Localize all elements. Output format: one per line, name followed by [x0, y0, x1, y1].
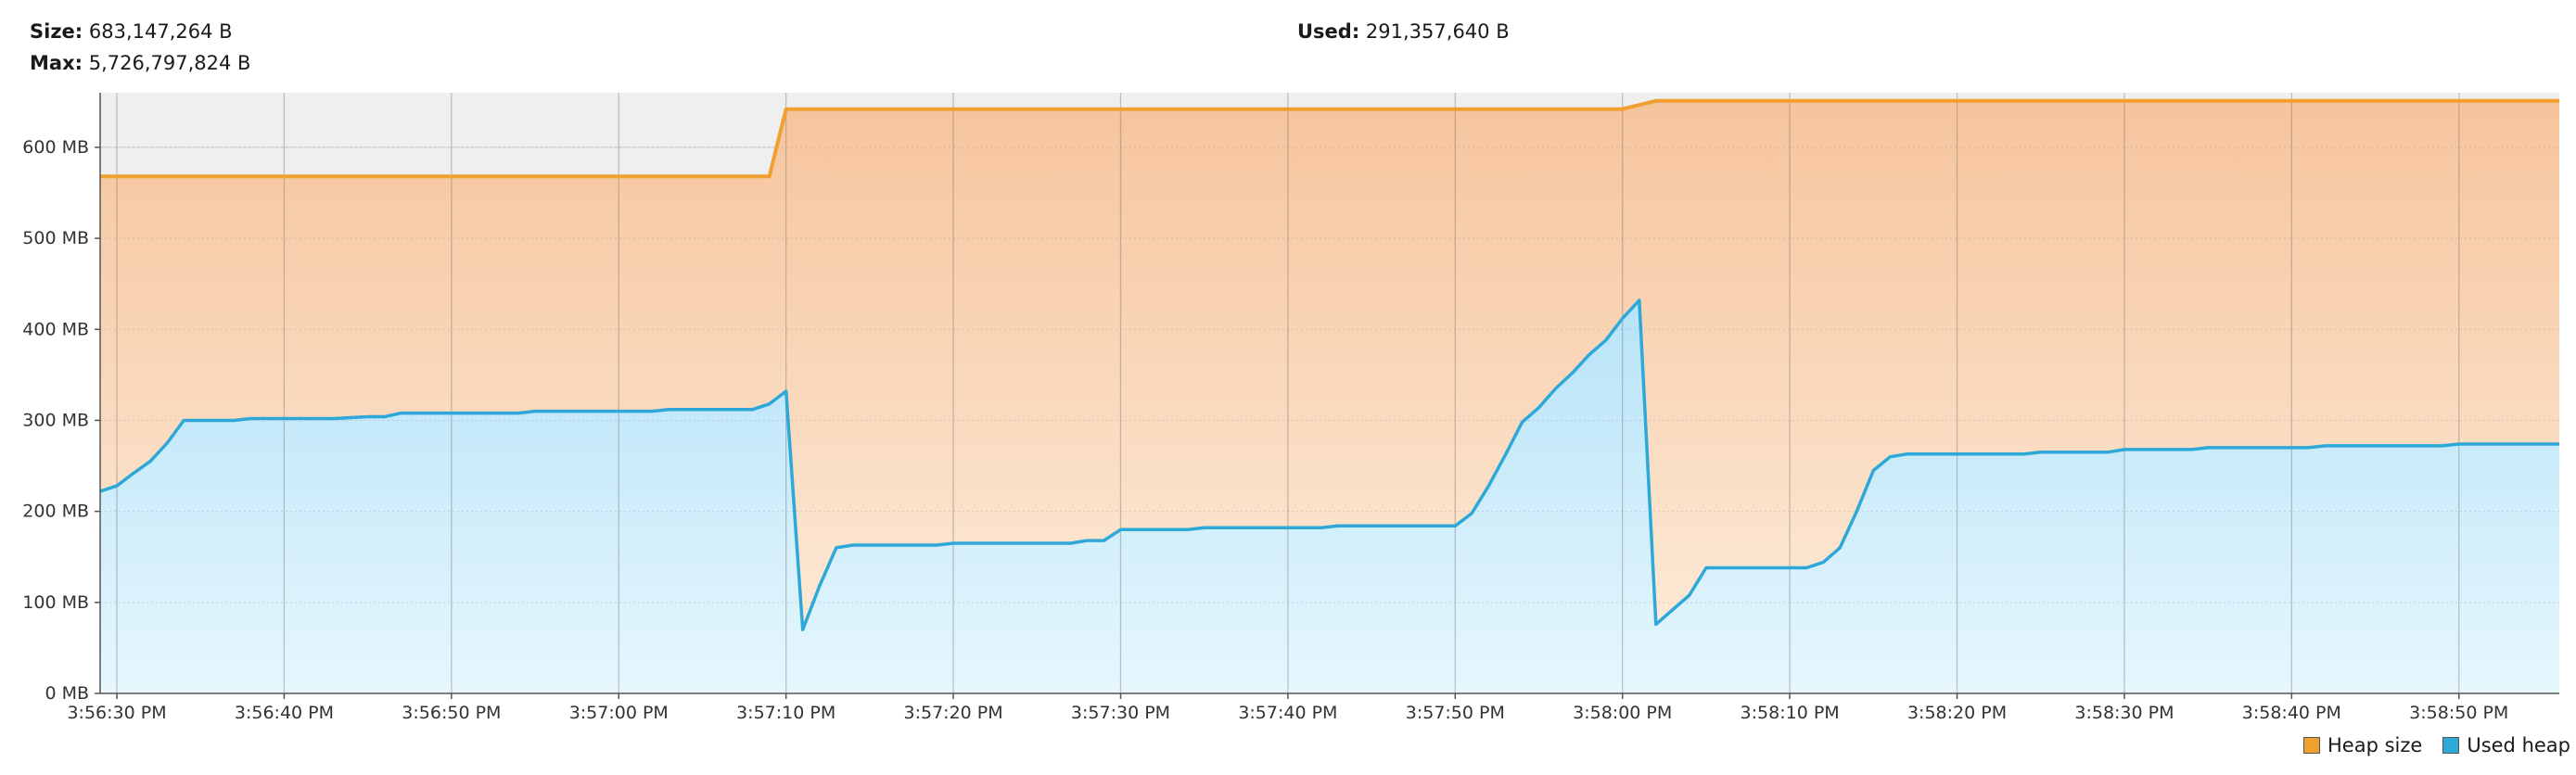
chart-legend: Heap size Used heap	[2283, 731, 2570, 759]
x-tick-label: 3:56:30 PM	[67, 703, 166, 723]
x-tick-label: 3:56:50 PM	[402, 703, 501, 723]
y-axis-tick-labels: 0 MB 100 MB 200 MB 300 MB 400 MB 500 MB 600 MB	[22, 137, 89, 704]
x-tick-label: 3:58:40 PM	[2242, 703, 2341, 723]
x-tick-label: 3:57:30 PM	[1071, 703, 1170, 723]
y-tick-label: 600 MB	[22, 137, 89, 158]
y-tick-label: 400 MB	[22, 319, 89, 339]
heap-chart: 0 MB 100 MB 200 MB 300 MB 400 MB 500 MB 600 MB…	[22, 93, 2559, 723]
used-heap-swatch	[2442, 737, 2460, 754]
x-tick-label: 3:58:50 PM	[2409, 703, 2508, 723]
y-tick-label: 300 MB	[22, 410, 89, 430]
x-tick-label: 3:57:20 PM	[904, 703, 1003, 723]
legend-heap-size-label: Heap size	[2327, 734, 2423, 756]
x-tick-label: 3:56:40 PM	[235, 703, 334, 723]
x-tick-label: 3:58:20 PM	[1907, 703, 2007, 723]
x-tick-label: 3:57:00 PM	[569, 703, 669, 723]
x-tick-label: 3:57:40 PM	[1238, 703, 1337, 723]
y-tick-label: 200 MB	[22, 502, 89, 522]
x-tick-label: 3:58:30 PM	[2074, 703, 2174, 723]
x-tick-label: 3:57:50 PM	[1406, 703, 1505, 723]
y-tick-label: 500 MB	[22, 228, 89, 248]
x-tick-label: 3:58:00 PM	[1573, 703, 1672, 723]
y-tick-label: 100 MB	[22, 592, 89, 613]
y-tick-label: 0 MB	[45, 683, 89, 704]
heap-size-swatch	[2303, 737, 2321, 754]
legend-item-used-heap: Used heap	[2442, 734, 2570, 756]
legend-used-heap-label: Used heap	[2467, 734, 2570, 756]
x-tick-label: 3:57:10 PM	[736, 703, 835, 723]
x-axis-tick-labels: 3:56:30 PM 3:56:40 PM 3:56:50 PM 3:57:00 PM…	[67, 703, 2508, 723]
legend-item-heap-size: Heap size	[2303, 734, 2422, 756]
x-tick-label: 3:58:10 PM	[1741, 703, 1840, 723]
